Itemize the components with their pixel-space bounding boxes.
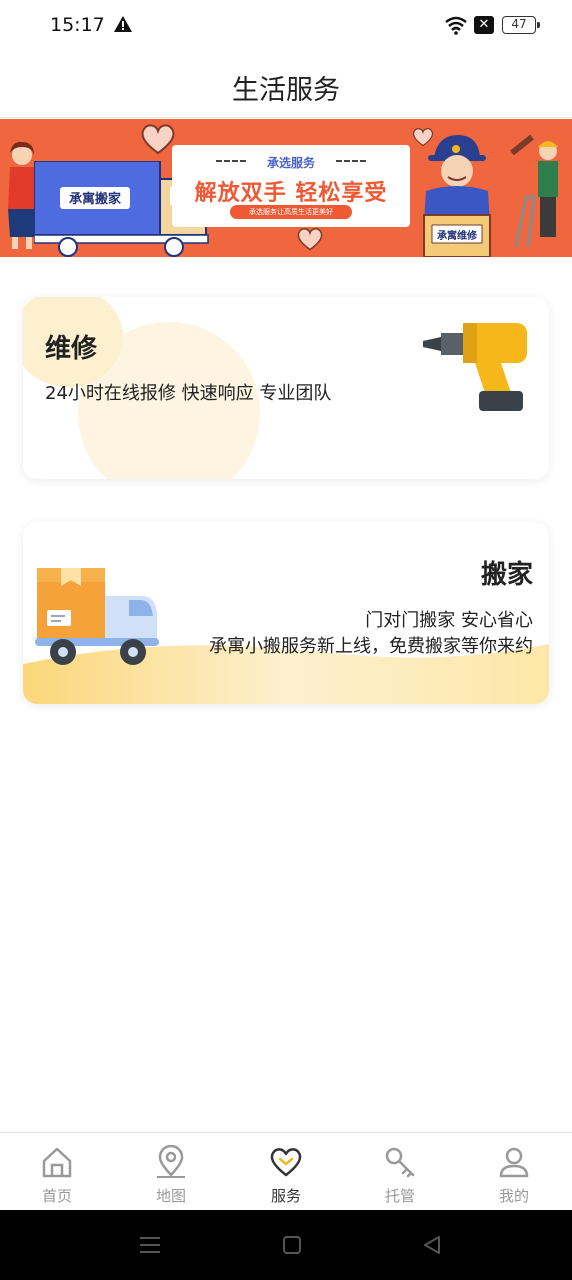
- battery-indicator: 47: [502, 16, 540, 34]
- home-icon: [42, 1147, 72, 1178]
- repair-worker-illustration-icon: 承寓维修: [423, 135, 491, 257]
- tab-label: 服务: [270, 1187, 301, 1205]
- drill-icon: [423, 323, 527, 411]
- alert-icon: [114, 16, 132, 32]
- tab-home[interactable]: 首页: [0, 1133, 114, 1211]
- heart-decoration-icon: [297, 228, 323, 251]
- key-icon: [385, 1147, 415, 1178]
- painter-illustration-icon: [510, 134, 558, 248]
- repair-service-card[interactable]: 维修 24小时在线报修 快速响应 专业团队: [23, 297, 549, 479]
- heart-icon: [270, 1148, 302, 1177]
- home-button-icon[interactable]: [282, 1235, 302, 1255]
- page-title: 生活服务: [232, 75, 340, 106]
- banner-slogan: 解放双手 轻松享受: [194, 181, 388, 206]
- truck-sign-label: 承寓搬家: [69, 191, 122, 207]
- map-pin-icon: [157, 1145, 185, 1178]
- moving-service-card[interactable]: 搬家 门对门搬家 安心省心 承寓小搬服务新上线，免费搬家等你来约: [23, 522, 549, 704]
- status-bar: 15:17 ✕ 47: [0, 0, 572, 52]
- wifi-icon: [445, 16, 467, 35]
- tab-label: 托管: [384, 1187, 415, 1205]
- system-navigation-bar: [0, 1210, 572, 1280]
- banner-subtitle: 承选服务: [266, 156, 315, 170]
- heart-decoration-icon: [141, 124, 175, 155]
- tab-label: 首页: [41, 1187, 72, 1205]
- banner-tagline: 承选服务让高质生活更美好: [230, 205, 352, 219]
- user-icon: [499, 1147, 529, 1178]
- moving-truck-icon: [35, 568, 159, 665]
- tab-label: 我的: [498, 1187, 529, 1205]
- bottom-tab-bar: 首页 地图 服务 托管 我的: [0, 1132, 572, 1210]
- tab-mine[interactable]: 我的: [457, 1133, 571, 1211]
- promo-banner[interactable]: 承寓搬家 承选服务 解放双手 轻松享受 承选服务让高质生活更美好 承寓维修: [0, 119, 572, 257]
- moving-card-promo: 承寓小搬服务新上线，免费搬家等你来约: [209, 636, 533, 657]
- moving-card-description: 门对门搬家 安心省心: [365, 610, 533, 631]
- moving-card-title: 搬家: [480, 560, 533, 590]
- tab-map[interactable]: 地图: [114, 1133, 228, 1211]
- tab-service[interactable]: 服务: [229, 1133, 343, 1211]
- no-sim-icon: ✕: [474, 16, 494, 34]
- menu-icon[interactable]: [140, 1236, 160, 1254]
- banner-message-panel: 承选服务 解放双手 轻松享受 承选服务让高质生活更美好: [172, 145, 410, 227]
- page-header: 生活服务: [0, 52, 572, 118]
- box-sign-label: 承寓维修: [437, 229, 478, 242]
- repair-card-title: 维修: [45, 334, 98, 364]
- back-icon[interactable]: [422, 1235, 442, 1255]
- tab-label: 地图: [155, 1187, 186, 1205]
- status-time: 15:17: [50, 14, 105, 36]
- repair-card-description: 24小时在线报修 快速响应 专业团队: [45, 383, 332, 404]
- tab-custody[interactable]: 托管: [343, 1133, 457, 1211]
